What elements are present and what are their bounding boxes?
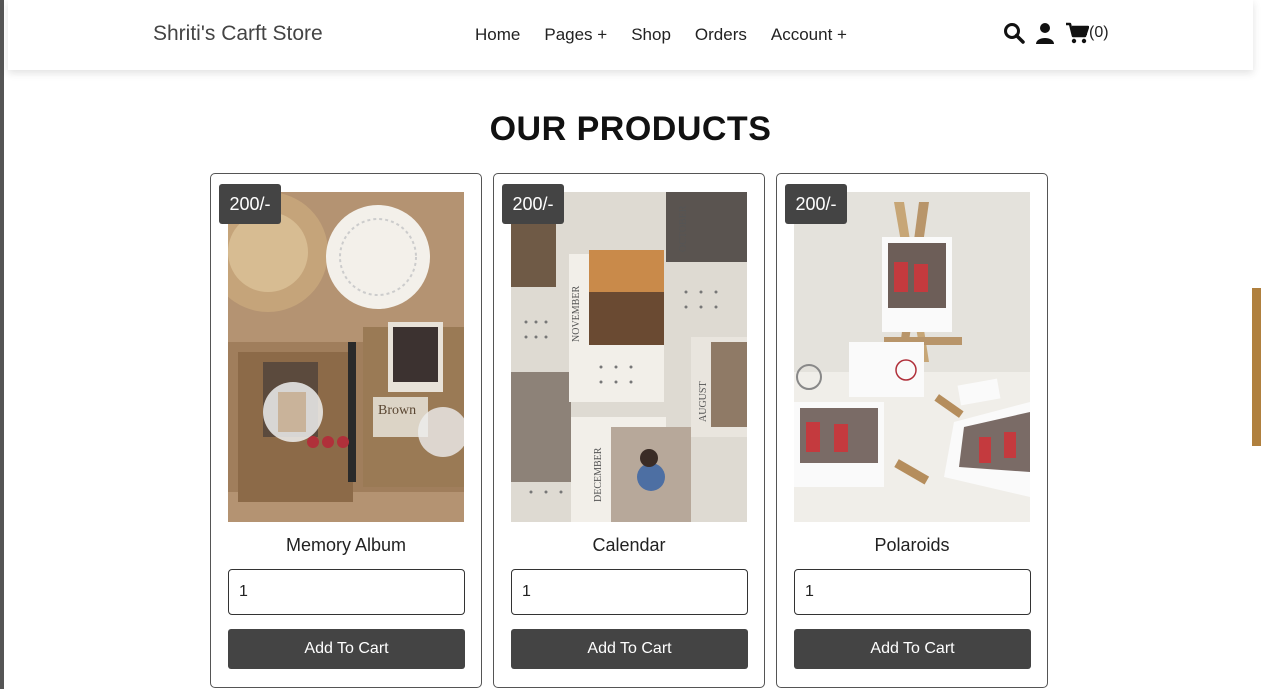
quantity-input[interactable] [228,569,465,615]
svg-text:NOVEMBER: NOVEMBER [571,286,582,342]
price-badge: 200/- [502,184,564,224]
product-card: Brown 200/- Memory Album Add To Cart [210,173,482,688]
product-name: Memory Album [285,535,407,555]
header-icons: (0) [1003,22,1109,44]
product-name: Calendar [592,535,666,555]
search-icon[interactable] [1003,22,1025,44]
product-name: Polaroids [874,535,950,555]
quantity-input[interactable] [511,569,748,615]
site-header: Shriti's Carft Store Home Pages + Shop O… [8,0,1253,70]
nav-orders[interactable]: Orders [695,25,747,45]
nav-pages[interactable]: Pages + [544,25,607,45]
product-image-calendar[interactable]: NOVEMBER OCTOBER AUGUST DECEMBER [511,192,747,522]
svg-text:DECEMBER: DECEMBER [593,447,604,502]
product-card: 200/- Polaroids Add To Cart [776,173,1048,688]
svg-text:Brown: Brown [378,403,416,418]
cart-button[interactable]: (0) [1065,22,1109,44]
main-nav: Home Pages + Shop Orders Account + [475,25,847,45]
svg-text:AUGUST: AUGUST [698,381,709,422]
section-title: OUR PRODUCTS [489,110,772,148]
side-tab[interactable] [1252,288,1261,446]
nav-home[interactable]: Home [475,25,520,45]
product-image-memory-album[interactable]: Brown [228,192,464,522]
nav-account[interactable]: Account + [771,25,847,45]
price-badge: 200/- [785,184,847,224]
price-badge: 200/- [219,184,281,224]
quantity-input[interactable] [794,569,1031,615]
add-to-cart-button[interactable]: Add To Cart [228,629,465,669]
add-to-cart-button[interactable]: Add To Cart [794,629,1031,669]
svg-text:OCTOBER: OCTOBER [678,205,689,252]
user-icon[interactable] [1035,22,1055,44]
add-to-cart-button[interactable]: Add To Cart [511,629,748,669]
brand-logo[interactable]: Shriti's Carft Store [153,22,323,46]
cart-count: (0) [1089,24,1109,41]
cart-icon [1066,22,1089,44]
product-image-polaroids[interactable] [794,192,1030,522]
product-card: NOVEMBER OCTOBER AUGUST DECEMBER 200/- C… [493,173,765,688]
left-border [0,0,4,689]
nav-shop[interactable]: Shop [631,25,671,45]
